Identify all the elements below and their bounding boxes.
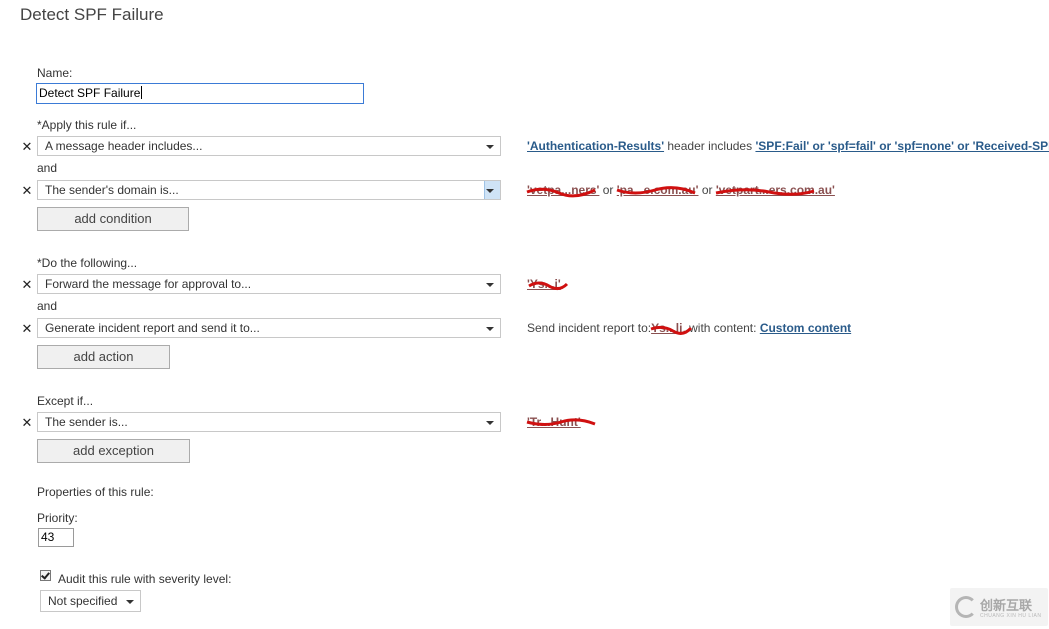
action-2-select[interactable]: Generate incident report and send it to.…	[37, 318, 501, 338]
redacted-domain-link-2[interactable]: 'pa...e.com.au'	[616, 183, 698, 197]
redacted-domain-link-3[interactable]: 'vetpart...ers.com.au'	[715, 183, 835, 197]
add-exception-button[interactable]: add exception	[37, 439, 190, 463]
header-name-link[interactable]: 'Authentication-Results'	[527, 139, 664, 153]
action-1-select-value: Forward the message for approval to...	[45, 277, 252, 291]
severity-select[interactable]: Not specified	[40, 590, 141, 612]
action-2-select-value: Generate incident report and send it to.…	[45, 321, 260, 335]
chevron-down-icon	[486, 327, 494, 331]
watermark-text: 创新互联	[980, 598, 1033, 613]
redaction-scribble	[526, 187, 596, 198]
chevron-down-icon	[126, 600, 134, 604]
remove-condition-2-button[interactable]: ✕	[20, 183, 34, 199]
exceptions-label: Except if...	[37, 394, 94, 408]
redacted-recipient-link[interactable]: Ys...li	[650, 321, 693, 335]
text-caret	[141, 86, 143, 99]
name-field[interactable]: Detect SPF Failure	[36, 83, 364, 104]
add-condition-button[interactable]: add condition	[37, 207, 189, 231]
condition-1-description: 'Authentication-Results' header includes…	[527, 139, 1049, 153]
watermark: 创新互联 CHUANG XIN HU LIAN	[950, 588, 1048, 626]
chevron-down-icon	[486, 421, 494, 425]
priority-input[interactable]: 43	[38, 528, 74, 547]
redaction-scribble	[650, 325, 693, 335]
condition-and-label: and	[37, 161, 58, 175]
condition-1-desc-text: header includes	[664, 139, 756, 153]
watermark-subtext: CHUANG XIN HU LIAN	[980, 613, 1042, 619]
redaction-scribble	[616, 186, 696, 195]
exception-1-select-value: The sender is...	[45, 415, 128, 429]
redaction-scribble	[715, 188, 815, 196]
report-content-text: , with content:	[682, 321, 760, 335]
chevron-down-icon	[486, 189, 494, 193]
redacted-approver-link[interactable]: 'Ys...i'	[527, 277, 569, 291]
remove-action-1-button[interactable]: ✕	[20, 277, 34, 293]
redaction-scribble	[526, 418, 596, 426]
condition-2-select-value: The sender's domain is...	[45, 183, 179, 197]
remove-condition-1-button[interactable]: ✕	[20, 139, 34, 155]
header-values-link[interactable]: 'SPF:Fail' or 'spf=fail' or 'spf=none' o…	[755, 139, 1049, 153]
name-value: Detect SPF Failure	[39, 86, 141, 100]
condition-2-description: 'vetpa...ners' or 'pa...e.com.au' or 've…	[526, 183, 835, 198]
priority-label: Priority:	[37, 511, 78, 525]
action-2-description: Send incident report to:Ys...li, with co…	[527, 321, 851, 335]
redaction-scribble	[528, 281, 569, 291]
chevron-down-icon	[486, 283, 494, 287]
exception-1-select[interactable]: The sender is...	[37, 412, 501, 432]
action-1-select[interactable]: Forward the message for approval to...	[37, 274, 501, 294]
custom-content-link[interactable]: Custom content	[760, 321, 851, 335]
name-label: Name:	[37, 66, 73, 80]
audit-label: Audit this rule with severity level:	[58, 572, 232, 586]
add-action-button[interactable]: add action	[37, 345, 170, 369]
redacted-domain-link-1[interactable]: 'vetpa...ners'	[526, 183, 599, 198]
report-prefix-text: Send incident report to:	[527, 321, 652, 335]
chevron-down-icon	[486, 145, 494, 149]
severity-select-value: Not specified	[48, 594, 118, 608]
condition-1-select-value: A message header includes...	[45, 139, 203, 153]
audit-checkbox[interactable]	[40, 570, 51, 581]
remove-exception-1-button[interactable]: ✕	[20, 415, 34, 431]
redacted-sender-link[interactable]: 'Tr...Hunt'	[526, 415, 596, 429]
page-title: Detect SPF Failure	[20, 5, 164, 24]
conditions-label: *Apply this rule if...	[37, 118, 137, 132]
remove-action-2-button[interactable]: ✕	[20, 321, 34, 337]
condition-1-select[interactable]: A message header includes...	[37, 136, 501, 156]
action-1-description: 'Ys...i'	[527, 277, 569, 291]
action-and-label: and	[37, 299, 58, 313]
exception-1-description: 'Tr...Hunt'	[526, 415, 596, 429]
properties-label: Properties of this rule:	[37, 485, 154, 499]
condition-2-select[interactable]: The sender's domain is...	[37, 180, 501, 200]
actions-label: *Do the following...	[37, 256, 138, 270]
logo-icon	[955, 596, 977, 618]
